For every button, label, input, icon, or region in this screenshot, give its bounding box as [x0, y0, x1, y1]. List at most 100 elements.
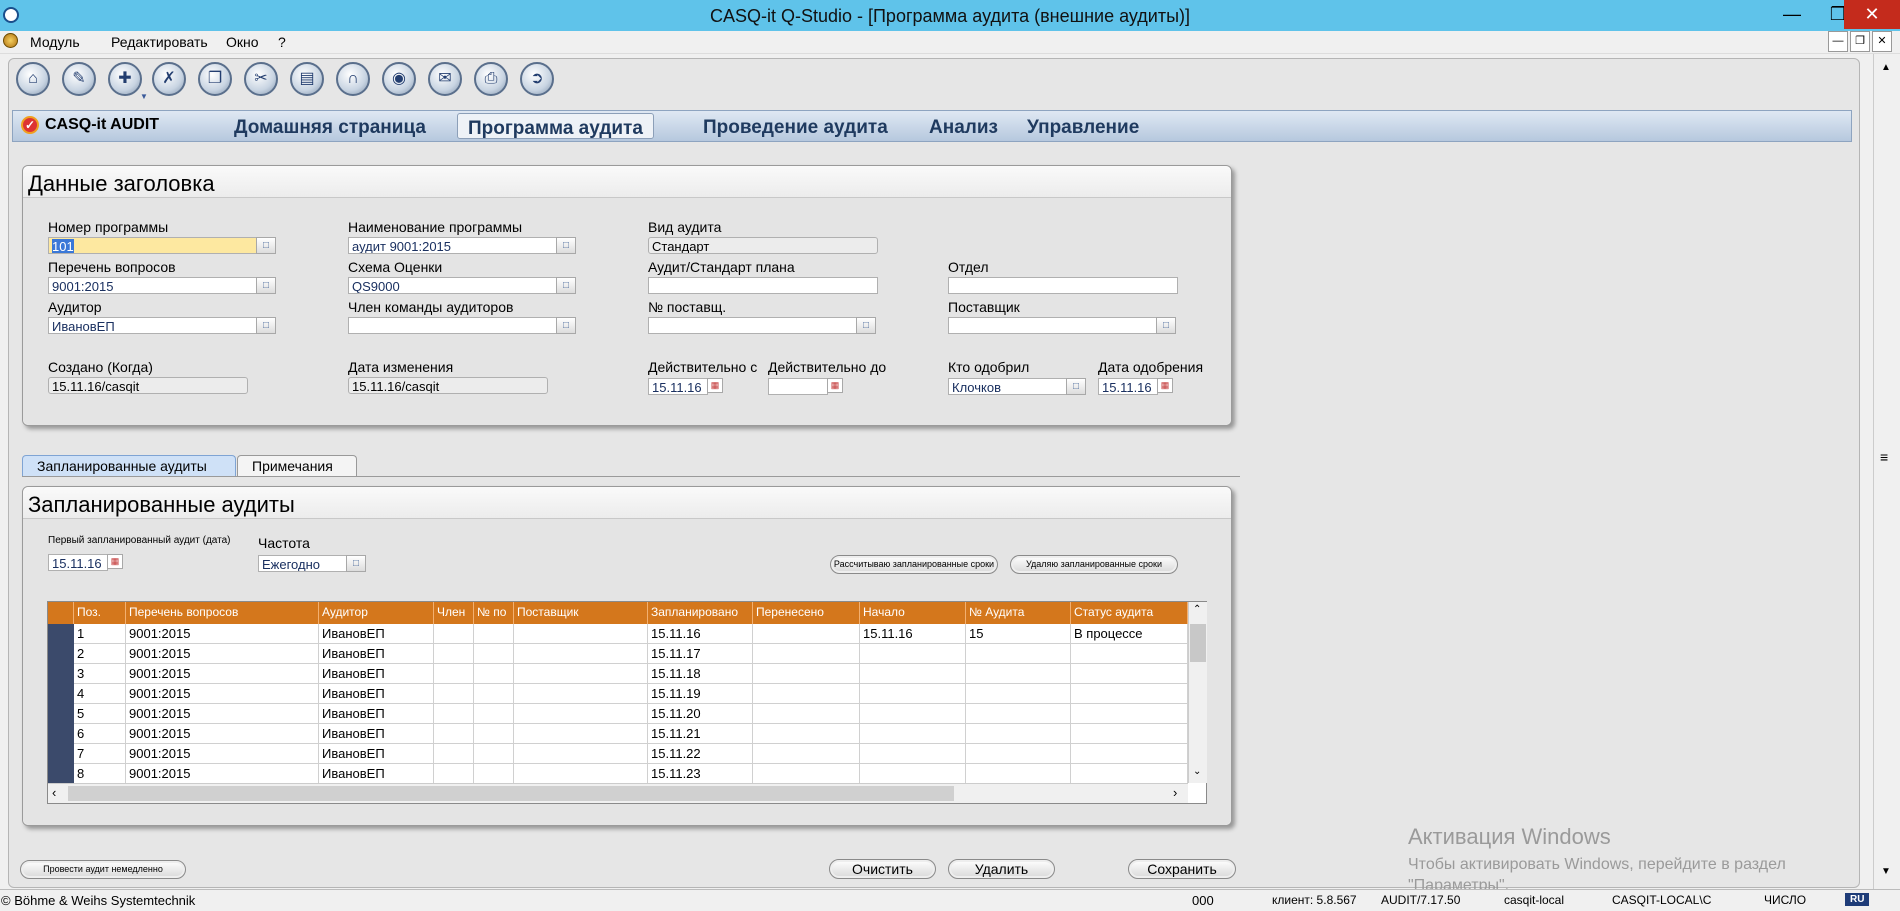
valid-from-field[interactable]: 15.11.16	[648, 378, 708, 395]
table-cell[interactable]	[966, 764, 1071, 784]
grid-vertical-scrollbar[interactable]: ⌃ ⌄	[1188, 602, 1207, 783]
table-cell[interactable]: 4	[74, 684, 126, 704]
table-cell[interactable]	[514, 684, 648, 704]
table-cell[interactable]	[860, 644, 966, 664]
table-cell[interactable]: 1	[74, 624, 126, 644]
table-cell[interactable]: ИвановЕП	[319, 744, 434, 764]
table-cell[interactable]	[514, 624, 648, 644]
table-cell[interactable]: 15.11.20	[648, 704, 753, 724]
first-date-field[interactable]: 15.11.16	[48, 554, 108, 571]
table-cell[interactable]: В процессе	[1071, 624, 1188, 644]
table-cell[interactable]	[966, 664, 1071, 684]
frequency-field[interactable]: Ежегодно	[258, 555, 348, 572]
tab-home[interactable]: Домашняя страница	[224, 113, 436, 139]
auditor-field[interactable]: ИвановЕП	[48, 317, 258, 334]
mdi-restore-icon[interactable]: ❐	[1850, 31, 1870, 52]
run-audit-now-button[interactable]: Провести аудит немедленно	[20, 860, 186, 879]
table-cell[interactable]: 15.11.18	[648, 664, 753, 684]
table-cell[interactable]	[474, 744, 514, 764]
attach-icon[interactable]: ◉	[382, 62, 416, 96]
calendar-icon[interactable]: ▦	[707, 378, 723, 393]
table-cell[interactable]: 15.11.21	[648, 724, 753, 744]
scroll-thumb[interactable]	[68, 786, 954, 801]
home-icon[interactable]: ⌂	[16, 62, 50, 96]
valid-to-field[interactable]	[768, 378, 828, 395]
table-cell[interactable]: 8	[74, 764, 126, 784]
audit-type-field[interactable]: Стандарт	[648, 237, 878, 254]
table-cell[interactable]: 15.11.16	[860, 624, 966, 644]
table-cell[interactable]	[434, 764, 474, 784]
exit-icon[interactable]: ➲	[520, 62, 554, 96]
question-list-field[interactable]: 9001:2015	[48, 277, 258, 294]
table-cell[interactable]	[474, 664, 514, 684]
folder-icon[interactable]: □	[256, 277, 276, 294]
dropdown-arrow-icon[interactable]: ▼	[140, 92, 148, 101]
col-supplier[interactable]: Поставщик	[514, 602, 648, 624]
mdi-close-icon[interactable]: ✕	[1872, 31, 1892, 52]
table-cell[interactable]	[514, 724, 648, 744]
magnet-icon[interactable]: ∩	[336, 62, 370, 96]
table-cell[interactable]: ИвановЕП	[319, 624, 434, 644]
table-cell[interactable]	[434, 704, 474, 724]
table-row[interactable]: 4 9001:2015 ИвановЕП 15.11.19	[48, 684, 1188, 704]
folder-icon[interactable]: □	[1066, 378, 1086, 395]
language-badge[interactable]: RU	[1845, 893, 1870, 906]
table-cell[interactable]: 7	[74, 744, 126, 764]
mail-icon[interactable]: ✉	[428, 62, 462, 96]
table-cell[interactable]	[860, 724, 966, 744]
delete-record-icon[interactable]: ✗	[152, 62, 186, 96]
print-icon[interactable]: ⎙	[474, 62, 508, 96]
table-cell[interactable]	[1071, 744, 1188, 764]
folder-icon[interactable]: □	[256, 237, 276, 254]
table-cell[interactable]: 9001:2015	[126, 764, 319, 784]
scheme-field[interactable]: QS9000	[348, 277, 558, 294]
scroll-left-icon[interactable]: ‹	[52, 785, 56, 800]
table-cell[interactable]	[474, 704, 514, 724]
col-rescheduled[interactable]: Перенесено	[753, 602, 860, 624]
table-cell[interactable]: 9001:2015	[126, 624, 319, 644]
col-audit-no[interactable]: № Аудита	[966, 602, 1071, 624]
grid-horizontal-scrollbar[interactable]: ‹ ›	[48, 783, 1188, 803]
supplier-number-field[interactable]	[648, 317, 858, 334]
table-cell[interactable]: 9001:2015	[126, 684, 319, 704]
folder-icon[interactable]: □	[256, 317, 276, 334]
tab-planned-audits[interactable]: Запланированные аудиты	[22, 455, 236, 476]
new-record-icon[interactable]: ✚	[108, 62, 142, 96]
col-start[interactable]: Начало	[860, 602, 966, 624]
edit-icon[interactable]: ✎	[62, 62, 96, 96]
table-cell[interactable]: 9001:2015	[126, 724, 319, 744]
table-cell[interactable]: 9001:2015	[126, 644, 319, 664]
table-cell[interactable]	[966, 684, 1071, 704]
table-cell[interactable]	[514, 704, 648, 724]
table-cell[interactable]	[474, 624, 514, 644]
table-cell[interactable]: 3	[74, 664, 126, 684]
approval-date-field[interactable]: 15.11.16	[1098, 378, 1158, 395]
menu-item-edit[interactable]: Редактировать	[111, 34, 208, 50]
table-cell[interactable]	[434, 684, 474, 704]
cut-icon[interactable]: ✂	[244, 62, 278, 96]
col-planned[interactable]: Запланировано	[648, 602, 753, 624]
scroll-right-icon[interactable]: ›	[1173, 785, 1177, 800]
table-cell[interactable]	[753, 684, 860, 704]
table-cell[interactable]	[966, 744, 1071, 764]
calendar-icon[interactable]: ▦	[1157, 378, 1173, 393]
table-cell[interactable]	[434, 644, 474, 664]
calculate-dates-button[interactable]: Рассчитываю запланированные сроки	[830, 555, 998, 574]
table-cell[interactable]: 2	[74, 644, 126, 664]
table-cell[interactable]	[434, 724, 474, 744]
scroll-grip-icon[interactable]: ≡	[1880, 449, 1888, 465]
table-cell[interactable]	[514, 664, 648, 684]
table-cell[interactable]	[966, 724, 1071, 744]
menu-item-window[interactable]: Окно	[226, 34, 259, 50]
table-cell[interactable]: 15.11.16	[648, 624, 753, 644]
table-cell[interactable]: 15.11.23	[648, 764, 753, 784]
table-row[interactable]: 6 9001:2015 ИвановЕП 15.11.21	[48, 724, 1188, 744]
mdi-minimize-icon[interactable]: —	[1828, 31, 1848, 52]
delete-dates-button[interactable]: Удаляю запланированные сроки	[1010, 555, 1178, 574]
table-cell[interactable]	[753, 724, 860, 744]
table-cell[interactable]: 15.11.19	[648, 684, 753, 704]
table-cell[interactable]	[514, 764, 648, 784]
table-cell[interactable]	[514, 644, 648, 664]
table-cell[interactable]	[474, 764, 514, 784]
folder-icon[interactable]: □	[556, 317, 576, 334]
